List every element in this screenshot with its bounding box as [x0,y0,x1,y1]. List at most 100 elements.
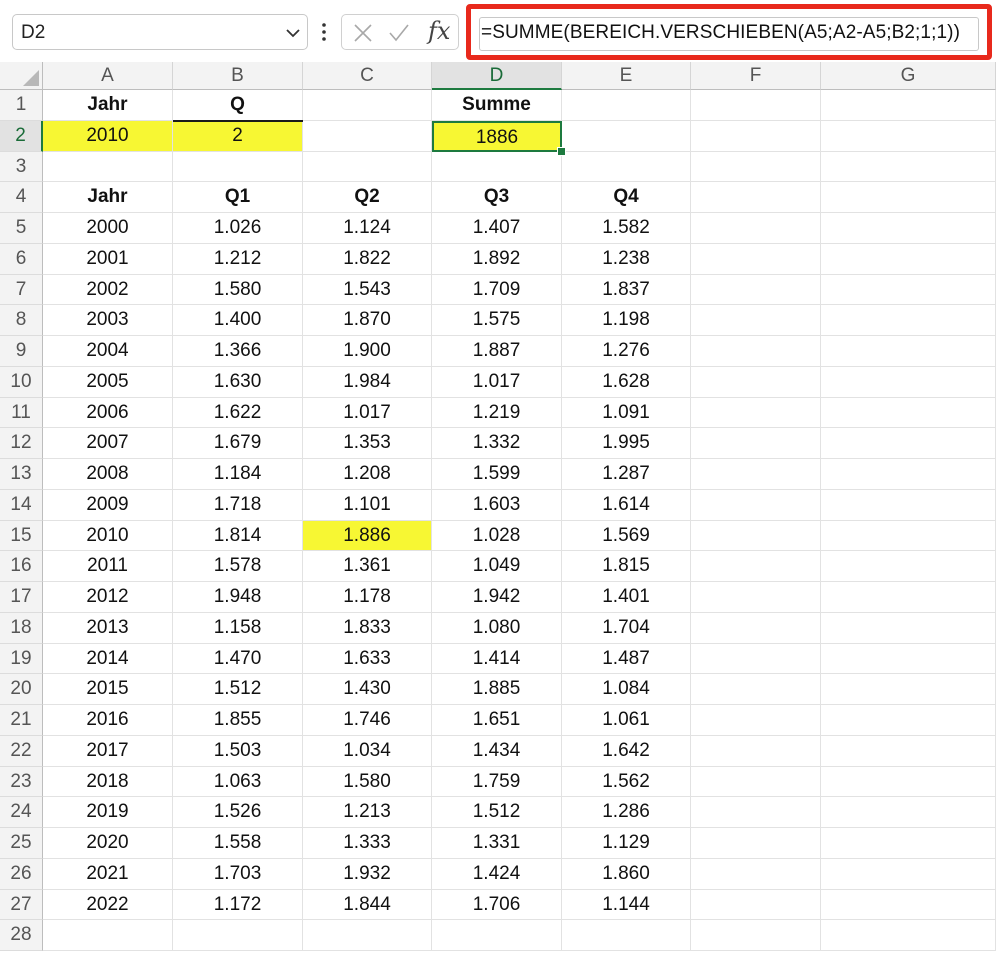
row-header[interactable]: 23 [0,766,43,798]
cell-b3[interactable] [173,151,303,183]
cell-c12[interactable]: 1.353 [303,428,432,459]
cell-e7[interactable]: 1.837 [562,274,691,306]
row-header[interactable]: 7 [0,274,43,306]
row-header[interactable]: 17 [0,582,43,613]
cell-b11[interactable]: 1.622 [173,397,303,429]
cell-d11[interactable]: 1.219 [432,397,562,429]
cell-b7[interactable]: 1.580 [173,274,303,306]
cell-g8[interactable] [821,305,996,336]
cell-f20[interactable] [691,674,821,705]
cell-f7[interactable] [691,274,821,306]
cell-e28[interactable] [562,920,691,951]
cell-f16[interactable] [691,551,821,582]
cell-g23[interactable] [821,766,996,798]
cell-g24[interactable] [821,797,996,828]
cell-e11[interactable]: 1.091 [562,397,691,429]
column-header-g[interactable]: G [821,62,996,90]
cell-c19[interactable]: 1.633 [303,643,432,675]
row-header[interactable]: 16 [0,551,43,582]
cell-d19[interactable]: 1.414 [432,643,562,675]
cell-e9[interactable]: 1.276 [562,336,691,367]
cell-d18[interactable]: 1.080 [432,612,562,644]
cell-f14[interactable] [691,489,821,521]
cell-a2[interactable]: 2010 [43,120,173,152]
cell-c26[interactable]: 1.932 [303,858,432,890]
cell-a22[interactable]: 2017 [43,735,173,767]
cell-b14[interactable]: 1.718 [173,489,303,521]
cell-e24[interactable]: 1.286 [562,797,691,828]
column-header-a[interactable]: A [43,62,173,90]
cell-b28[interactable] [173,920,303,951]
cell-d25[interactable]: 1.331 [432,828,562,859]
cell-d23[interactable]: 1.759 [432,766,562,798]
cell-c24[interactable]: 1.213 [303,797,432,828]
cell-d22[interactable]: 1.434 [432,735,562,767]
cell-g25[interactable] [821,828,996,859]
cell-b16[interactable]: 1.578 [173,551,303,582]
cell-c10[interactable]: 1.984 [303,366,432,398]
cell-b17[interactable]: 1.948 [173,582,303,613]
cell-b15[interactable]: 1.814 [173,520,303,552]
cell-b9[interactable]: 1.366 [173,336,303,367]
cell-c6[interactable]: 1.822 [303,243,432,275]
column-header-d[interactable]: D [432,62,562,90]
cell-a24[interactable]: 2019 [43,797,173,828]
cell-e17[interactable]: 1.401 [562,582,691,613]
row-header[interactable]: 28 [0,920,43,951]
cell-d8[interactable]: 1.575 [432,305,562,336]
cell-g20[interactable] [821,674,996,705]
cell-e15[interactable]: 1.569 [562,520,691,552]
row-header[interactable]: 2 [0,120,43,152]
cell-g28[interactable] [821,920,996,951]
cell-d28[interactable] [432,920,562,951]
cell-c14[interactable]: 1.101 [303,489,432,521]
row-header[interactable]: 15 [0,520,43,552]
cell-e19[interactable]: 1.487 [562,643,691,675]
row-header[interactable]: 21 [0,705,43,736]
cell-e5[interactable]: 1.582 [562,213,691,244]
cell-a12[interactable]: 2007 [43,428,173,459]
cell-g1[interactable] [821,90,996,121]
cell-g5[interactable] [821,213,996,244]
cell-f8[interactable] [691,305,821,336]
cell-d9[interactable]: 1.887 [432,336,562,367]
row-header[interactable]: 27 [0,889,43,921]
cell-g26[interactable] [821,858,996,890]
row-header[interactable]: 6 [0,243,43,275]
cell-g10[interactable] [821,366,996,398]
cell-a20[interactable]: 2015 [43,674,173,705]
cell-f1[interactable] [691,90,821,121]
cell-f21[interactable] [691,705,821,736]
row-header[interactable]: 20 [0,674,43,705]
check-icon[interactable] [388,22,410,44]
row-header[interactable]: 12 [0,428,43,459]
cell-d17[interactable]: 1.942 [432,582,562,613]
row-header[interactable]: 18 [0,612,43,644]
cell-d5[interactable]: 1.407 [432,213,562,244]
cell-e27[interactable]: 1.144 [562,889,691,921]
cell-g16[interactable] [821,551,996,582]
cell-f10[interactable] [691,366,821,398]
row-header[interactable]: 13 [0,459,43,490]
cell-g15[interactable] [821,520,996,552]
cell-b20[interactable]: 1.512 [173,674,303,705]
cell-b26[interactable]: 1.703 [173,858,303,890]
cell-a23[interactable]: 2018 [43,766,173,798]
cell-c2[interactable] [303,120,432,152]
cell-g22[interactable] [821,735,996,767]
cell-a14[interactable]: 2009 [43,489,173,521]
row-header[interactable]: 9 [0,336,43,367]
cell-g9[interactable] [821,336,996,367]
cell-e10[interactable]: 1.628 [562,366,691,398]
cell-c5[interactable]: 1.124 [303,213,432,244]
cell-e14[interactable]: 1.614 [562,489,691,521]
cell-a9[interactable]: 2004 [43,336,173,367]
row-header[interactable]: 25 [0,828,43,859]
cell-a28[interactable] [43,920,173,951]
cell-b27[interactable]: 1.172 [173,889,303,921]
cell-e25[interactable]: 1.129 [562,828,691,859]
cell-a1[interactable]: Jahr [43,90,173,121]
row-header[interactable]: 10 [0,366,43,398]
column-header-b[interactable]: B [173,62,303,90]
row-header[interactable]: 14 [0,489,43,521]
